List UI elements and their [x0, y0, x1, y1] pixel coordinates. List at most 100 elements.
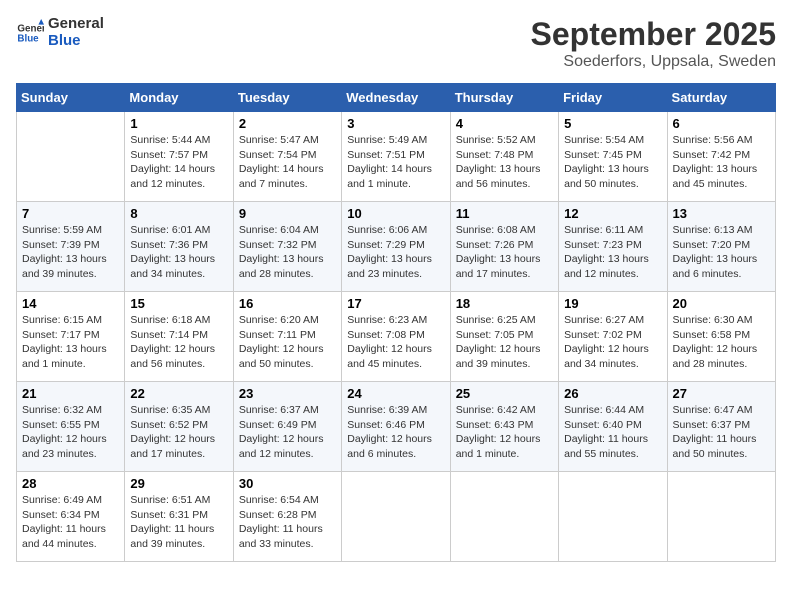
- day-header-wednesday: Wednesday: [342, 84, 450, 112]
- day-number: 25: [456, 386, 553, 401]
- calendar-cell: 1 Sunrise: 5:44 AMSunset: 7:57 PMDaylight…: [125, 112, 233, 202]
- day-info: Sunrise: 5:59 AMSunset: 7:39 PMDaylight:…: [22, 223, 119, 282]
- day-header-monday: Monday: [125, 84, 233, 112]
- calendar-cell: [450, 472, 558, 562]
- calendar-cell: 5 Sunrise: 5:54 AMSunset: 7:45 PMDaylight…: [559, 112, 667, 202]
- day-header-saturday: Saturday: [667, 84, 775, 112]
- day-info: Sunrise: 6:51 AMSunset: 6:31 PMDaylight:…: [130, 493, 227, 552]
- calendar-cell: [559, 472, 667, 562]
- day-info: Sunrise: 5:52 AMSunset: 7:48 PMDaylight:…: [456, 133, 553, 192]
- calendar-table: SundayMondayTuesdayWednesdayThursdayFrid…: [16, 83, 776, 562]
- calendar-cell: 23 Sunrise: 6:37 AMSunset: 6:49 PMDayligh…: [233, 382, 341, 472]
- day-number: 18: [456, 296, 553, 311]
- day-info: Sunrise: 6:01 AMSunset: 7:36 PMDaylight:…: [130, 223, 227, 282]
- location-title: Soederfors, Uppsala, Sweden: [531, 53, 776, 71]
- day-number: 19: [564, 296, 661, 311]
- calendar-cell: 10Sunrise: 6:06 AMSunset: 7:29 PMDayligh…: [342, 202, 450, 292]
- day-header-sunday: Sunday: [17, 84, 125, 112]
- day-number: 6: [673, 116, 770, 131]
- calendar-week-row: 1 Sunrise: 5:44 AMSunset: 7:57 PMDaylight…: [17, 112, 776, 202]
- calendar-cell: 20Sunrise: 6:30 AMSunset: 6:58 PMDayligh…: [667, 292, 775, 382]
- day-info: Sunrise: 6:42 AMSunset: 6:43 PMDaylight:…: [456, 403, 553, 462]
- day-number: 4: [456, 116, 553, 131]
- day-info: Sunrise: 5:44 AMSunset: 7:57 PMDaylight:…: [130, 133, 227, 192]
- day-number: 22: [130, 386, 227, 401]
- day-info: Sunrise: 6:11 AMSunset: 7:23 PMDaylight:…: [564, 223, 661, 282]
- day-number: 9: [239, 206, 336, 221]
- logo-icon: General Blue: [16, 19, 44, 47]
- calendar-cell: 14 Sunrise: 6:15 AMSunset: 7:17 PMDayligh…: [17, 292, 125, 382]
- calendar-cell: 6 Sunrise: 5:56 AMSunset: 7:42 PMDaylight…: [667, 112, 775, 202]
- calendar-week-row: 14 Sunrise: 6:15 AMSunset: 7:17 PMDayligh…: [17, 292, 776, 382]
- day-number: 10: [347, 206, 444, 221]
- day-number: 13: [673, 206, 770, 221]
- calendar-cell: 8Sunrise: 6:01 AMSunset: 7:36 PMDaylight…: [125, 202, 233, 292]
- day-info: Sunrise: 6:18 AMSunset: 7:14 PMDaylight:…: [130, 313, 227, 372]
- calendar-cell: 12Sunrise: 6:11 AMSunset: 7:23 PMDayligh…: [559, 202, 667, 292]
- day-number: 11: [456, 206, 553, 221]
- svg-text:Blue: Blue: [17, 33, 39, 44]
- day-number: 2: [239, 116, 336, 131]
- calendar-cell: 9 Sunrise: 6:04 AMSunset: 7:32 PMDaylight…: [233, 202, 341, 292]
- day-info: Sunrise: 5:54 AMSunset: 7:45 PMDaylight:…: [564, 133, 661, 192]
- day-info: Sunrise: 5:49 AMSunset: 7:51 PMDaylight:…: [347, 133, 444, 192]
- day-number: 23: [239, 386, 336, 401]
- calendar-cell: [667, 472, 775, 562]
- calendar-cell: 25 Sunrise: 6:42 AMSunset: 6:43 PMDayligh…: [450, 382, 558, 472]
- calendar-cell: 7 Sunrise: 5:59 AMSunset: 7:39 PMDaylight…: [17, 202, 125, 292]
- day-info: Sunrise: 6:23 AMSunset: 7:08 PMDaylight:…: [347, 313, 444, 372]
- day-info: Sunrise: 6:44 AMSunset: 6:40 PMDaylight:…: [564, 403, 661, 462]
- calendar-header-row: SundayMondayTuesdayWednesdayThursdayFrid…: [17, 84, 776, 112]
- logo: General Blue General Blue: [16, 16, 104, 49]
- calendar-cell: 2Sunrise: 5:47 AMSunset: 7:54 PMDaylight…: [233, 112, 341, 202]
- calendar-cell: 28 Sunrise: 6:49 AMSunset: 6:34 PMDayligh…: [17, 472, 125, 562]
- day-info: Sunrise: 6:15 AMSunset: 7:17 PMDaylight:…: [22, 313, 119, 372]
- logo-blue: Blue: [48, 33, 104, 50]
- day-number: 29: [130, 476, 227, 491]
- day-info: Sunrise: 6:39 AMSunset: 6:46 PMDaylight:…: [347, 403, 444, 462]
- calendar-cell: [17, 112, 125, 202]
- day-info: Sunrise: 6:54 AMSunset: 6:28 PMDaylight:…: [239, 493, 336, 552]
- calendar-week-row: 21 Sunrise: 6:32 AMSunset: 6:55 PMDayligh…: [17, 382, 776, 472]
- day-number: 1: [130, 116, 227, 131]
- calendar-week-row: 7 Sunrise: 5:59 AMSunset: 7:39 PMDaylight…: [17, 202, 776, 292]
- calendar-cell: 16Sunrise: 6:20 AMSunset: 7:11 PMDayligh…: [233, 292, 341, 382]
- day-number: 28: [22, 476, 119, 491]
- day-info: Sunrise: 6:27 AMSunset: 7:02 PMDaylight:…: [564, 313, 661, 372]
- day-number: 30: [239, 476, 336, 491]
- day-info: Sunrise: 6:20 AMSunset: 7:11 PMDaylight:…: [239, 313, 336, 372]
- day-number: 15: [130, 296, 227, 311]
- calendar-cell: 26 Sunrise: 6:44 AMSunset: 6:40 PMDayligh…: [559, 382, 667, 472]
- day-number: 17: [347, 296, 444, 311]
- day-info: Sunrise: 6:13 AMSunset: 7:20 PMDaylight:…: [673, 223, 770, 282]
- day-info: Sunrise: 6:47 AMSunset: 6:37 PMDaylight:…: [673, 403, 770, 462]
- day-info: Sunrise: 6:32 AMSunset: 6:55 PMDaylight:…: [22, 403, 119, 462]
- day-info: Sunrise: 6:49 AMSunset: 6:34 PMDaylight:…: [22, 493, 119, 552]
- day-number: 14: [22, 296, 119, 311]
- calendar-cell: 3 Sunrise: 5:49 AMSunset: 7:51 PMDaylight…: [342, 112, 450, 202]
- calendar-cell: 29 Sunrise: 6:51 AMSunset: 6:31 PMDayligh…: [125, 472, 233, 562]
- calendar-cell: 30 Sunrise: 6:54 AMSunset: 6:28 PMDayligh…: [233, 472, 341, 562]
- month-title: September 2025: [531, 16, 776, 53]
- calendar-cell: 21 Sunrise: 6:32 AMSunset: 6:55 PMDayligh…: [17, 382, 125, 472]
- day-info: Sunrise: 5:56 AMSunset: 7:42 PMDaylight:…: [673, 133, 770, 192]
- page-header: General Blue General Blue September 2025…: [16, 16, 776, 71]
- day-number: 3: [347, 116, 444, 131]
- day-info: Sunrise: 6:04 AMSunset: 7:32 PMDaylight:…: [239, 223, 336, 282]
- logo-general: General: [48, 16, 104, 33]
- day-number: 21: [22, 386, 119, 401]
- calendar-cell: 13 Sunrise: 6:13 AMSunset: 7:20 PMDayligh…: [667, 202, 775, 292]
- calendar-cell: 17 Sunrise: 6:23 AMSunset: 7:08 PMDayligh…: [342, 292, 450, 382]
- day-header-thursday: Thursday: [450, 84, 558, 112]
- calendar-cell: 11Sunrise: 6:08 AMSunset: 7:26 PMDayligh…: [450, 202, 558, 292]
- calendar-cell: 19 Sunrise: 6:27 AMSunset: 7:02 PMDayligh…: [559, 292, 667, 382]
- day-info: Sunrise: 6:37 AMSunset: 6:49 PMDaylight:…: [239, 403, 336, 462]
- day-header-tuesday: Tuesday: [233, 84, 341, 112]
- calendar-week-row: 28 Sunrise: 6:49 AMSunset: 6:34 PMDayligh…: [17, 472, 776, 562]
- day-number: 7: [22, 206, 119, 221]
- day-number: 26: [564, 386, 661, 401]
- day-number: 5: [564, 116, 661, 131]
- day-number: 24: [347, 386, 444, 401]
- day-number: 27: [673, 386, 770, 401]
- calendar-cell: [342, 472, 450, 562]
